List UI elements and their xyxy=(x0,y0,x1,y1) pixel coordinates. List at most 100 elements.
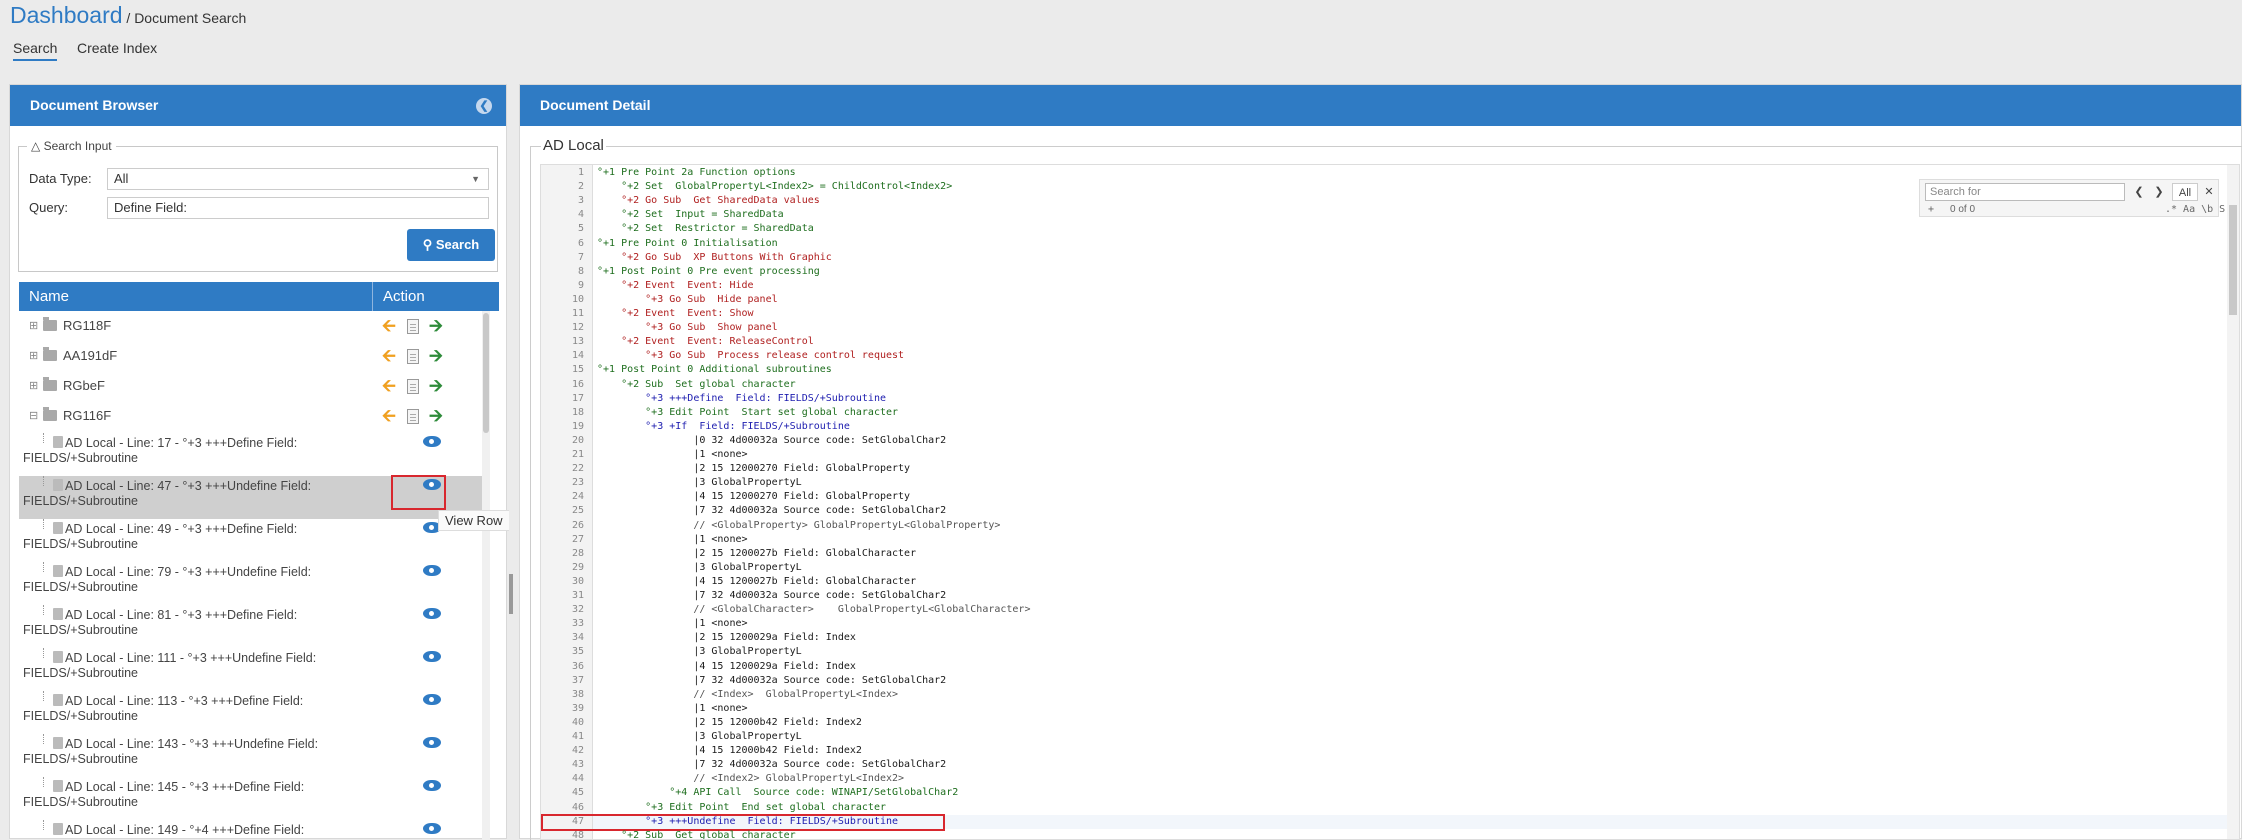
chevron-right-icon[interactable]: ❯ xyxy=(2150,183,2168,201)
collapse-icon[interactable]: ⊟ xyxy=(29,409,38,422)
arrow-left-icon[interactable]: 🡨 xyxy=(382,316,396,336)
arrow-right-icon[interactable]: 🡪 xyxy=(429,406,443,426)
arrow-right-icon[interactable]: 🡪 xyxy=(429,316,443,336)
breadcrumb-dashboard-link[interactable]: Dashboard xyxy=(10,2,123,28)
breadcrumb-current: / Document Search xyxy=(122,10,247,26)
tree-folder[interactable]: ⊟ RG116F 🡨 🡪 xyxy=(19,401,479,431)
splitter-handle[interactable] xyxy=(509,574,513,614)
chevron-left-icon[interactable]: ❮ xyxy=(2130,183,2148,201)
code-line: °+4 API Call Source code: WINAPI/SetGlob… xyxy=(597,787,959,799)
line-number: 44 xyxy=(571,773,584,785)
eye-icon[interactable] xyxy=(423,565,441,576)
scrollbar-thumb[interactable] xyxy=(2229,205,2237,315)
tab-search[interactable]: Search xyxy=(13,40,58,61)
code-line: °+2 Event Event: ReleaseControl xyxy=(597,336,814,348)
result-row[interactable]: AD Local - Line: 17 - °+3 +++Define Fiel… xyxy=(19,433,489,476)
tree-folder[interactable]: ⊞ RG118F 🡨 🡪 xyxy=(19,311,479,341)
arrow-left-icon[interactable]: 🡨 xyxy=(382,376,396,396)
expand-icon[interactable]: ⊞ xyxy=(29,349,38,362)
code-editor[interactable]: 1 2 3 4 5 6 7 8 9 10 11 12 13 14 15 16 17 18 19 20 21 22 23 24 2… xyxy=(540,164,2240,840)
arrow-left-icon[interactable]: 🡨 xyxy=(382,406,396,426)
result-row[interactable]: AD Local - Line: 113 - °+3 +++Define Fie… xyxy=(19,691,489,734)
result-row-text: AD Local - Line: 113 - °+3 +++Define Fie… xyxy=(23,694,304,723)
result-row[interactable]: AD Local - Line: 149 - °+4 +++Define Fie… xyxy=(19,820,489,840)
result-row-text: AD Local - Line: 145 - °+3 +++Define Fie… xyxy=(23,780,305,809)
scrollbar-thumb[interactable] xyxy=(483,313,489,433)
query-input[interactable]: Define Field: xyxy=(107,197,489,219)
eye-icon[interactable] xyxy=(423,694,441,705)
line-number: 8 xyxy=(577,265,584,277)
search-button[interactable]: ⚲ Search xyxy=(407,229,495,261)
code-line: °+1 Pre Point 2a Function options xyxy=(597,167,796,178)
code-line: |1 <none> xyxy=(597,702,748,714)
result-row[interactable]: AD Local - Line: 79 - °+3 +++Undefine Fi… xyxy=(19,562,489,605)
code-line: °+3 Edit Point End set global character xyxy=(597,801,886,813)
line-number: 43 xyxy=(571,759,584,771)
data-type-select[interactable]: All ▼ xyxy=(107,168,489,190)
line-number: 29 xyxy=(571,561,584,573)
search-input-legend-label: Search Input xyxy=(43,139,112,153)
eye-icon[interactable] xyxy=(423,823,441,834)
find-options[interactable]: .* Aa \b S xyxy=(2165,204,2225,215)
result-row-text: AD Local - Line: 17 - °+3 +++Define Fiel… xyxy=(23,436,298,465)
folder-name: RG118F xyxy=(63,318,112,333)
line-number: 21 xyxy=(571,449,584,460)
tab-create-index[interactable]: Create Index xyxy=(77,40,157,56)
line-number: 31 xyxy=(571,590,584,601)
eye-icon[interactable] xyxy=(423,608,441,619)
tree-folder[interactable]: ⊞ RGbeF 🡨 🡪 xyxy=(19,371,479,401)
find-replace-toggle[interactable]: + xyxy=(1928,204,1934,215)
code-line: |1 <none> xyxy=(597,449,748,460)
chevron-left-icon[interactable]: ❮ xyxy=(476,98,492,114)
document-detail-panel: Document Detail AD Local 1 2 3 4 5 6 7 8 9 10 11 12… xyxy=(519,84,2242,840)
document-icon[interactable] xyxy=(407,319,419,334)
panel-splitter[interactable] xyxy=(509,84,517,839)
code-line: |2 15 12000270 Field: GlobalProperty xyxy=(597,463,911,475)
line-number: 1 xyxy=(577,167,584,178)
result-row[interactable]: AD Local - Line: 143 - °+3 +++Undefine F… xyxy=(19,734,489,777)
line-number: 48 xyxy=(571,829,584,840)
code-line: °+2 Set Input = SharedData xyxy=(597,209,784,221)
document-icon[interactable] xyxy=(407,379,419,394)
line-number: 28 xyxy=(571,547,584,559)
arrow-right-icon[interactable]: 🡪 xyxy=(429,346,443,366)
result-row[interactable]: AD Local - Line: 145 - °+3 +++Define Fie… xyxy=(19,777,489,820)
result-row[interactable]: AD Local - Line: 111 - °+3 +++Undefine F… xyxy=(19,648,489,691)
eye-icon[interactable] xyxy=(423,737,441,748)
results-scrollbar[interactable] xyxy=(482,311,490,840)
result-row-text: AD Local - Line: 143 - °+3 +++Undefine F… xyxy=(23,737,319,766)
eye-icon[interactable] xyxy=(423,436,441,447)
find-all-button[interactable]: All xyxy=(2172,183,2198,201)
result-row-text: AD Local - Line: 47 - °+3 +++Undefine Fi… xyxy=(23,479,312,508)
line-number: 41 xyxy=(571,731,584,742)
editor-scrollbar[interactable] xyxy=(2227,165,2239,839)
code-line: |4 15 1200029a Field: Index xyxy=(597,660,856,672)
code-line: |3 GlobalPropertyL xyxy=(597,646,802,658)
arrow-right-icon[interactable]: 🡪 xyxy=(429,376,443,396)
document-icon[interactable] xyxy=(407,409,419,424)
result-row[interactable]: AD Local - Line: 81 - °+3 +++Define Fiel… xyxy=(19,605,489,648)
expand-icon[interactable]: ⊞ xyxy=(29,319,38,332)
find-input[interactable]: Search for xyxy=(1925,183,2125,201)
search-button-label: Search xyxy=(435,237,480,252)
expand-icon[interactable]: ⊞ xyxy=(29,379,38,392)
code-line: °+2 Set Restrictor = SharedData xyxy=(597,223,814,235)
tree-folder[interactable]: ⊞ AA191dF 🡨 🡪 xyxy=(19,341,479,371)
result-row-text: AD Local - Line: 49 - °+3 +++Define Fiel… xyxy=(23,522,298,551)
folder-icon xyxy=(43,407,57,421)
arrow-left-icon[interactable]: 🡨 xyxy=(382,346,396,366)
code-line: °+2 Go Sub Get SharedData values xyxy=(597,195,820,207)
code-line: |4 15 12000b42 Field: Index2 xyxy=(597,745,862,757)
code-line: °+3 Go Sub Process release control reque… xyxy=(597,350,905,362)
result-row[interactable]: AD Local - Line: 49 - °+3 +++Define Fiel… xyxy=(19,519,489,562)
line-number: 36 xyxy=(571,660,584,672)
eye-icon[interactable] xyxy=(423,780,441,791)
search-input-legend[interactable]: △ Search Input xyxy=(27,139,116,153)
close-icon[interactable]: ✕ xyxy=(2202,183,2216,201)
document-icon[interactable] xyxy=(407,349,419,364)
eye-icon[interactable] xyxy=(423,651,441,662)
column-header-name: Name xyxy=(29,288,70,305)
code-line: |7 32 4d00032a Source code: SetGlobalCha… xyxy=(597,674,947,686)
line-number: 6 xyxy=(577,237,584,249)
line-number: 42 xyxy=(571,745,584,757)
